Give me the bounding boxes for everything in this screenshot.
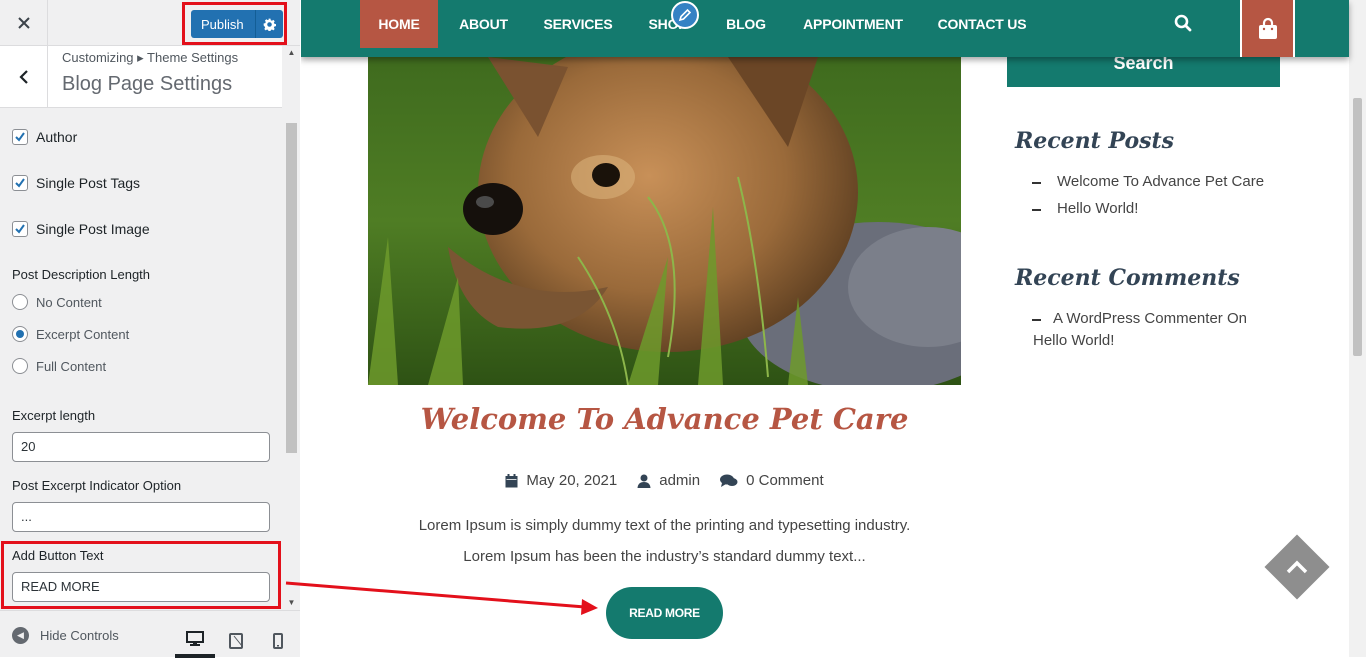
excerpt-indicator-label: Post Excerpt Indicator Option — [12, 478, 182, 493]
recent-comments-title: Recent Comments — [1015, 265, 1240, 291]
single-post-image-checkbox-row[interactable]: Single Post Image — [12, 221, 150, 237]
post-date-text: May 20, 2021 — [526, 472, 618, 489]
mobile-icon — [273, 632, 283, 649]
recent-posts-title: Recent Posts — [1015, 128, 1175, 154]
post-description-length-label: Post Description Length — [12, 267, 151, 282]
post-featured-image[interactable] — [368, 57, 961, 385]
nav-contact-us[interactable]: CONTACT US — [937, 0, 1027, 48]
single-post-image-label: Single Post Image — [36, 221, 150, 237]
preview-scroll-thumb[interactable] — [1353, 98, 1362, 356]
post-title[interactable]: Welcome To Advance Pet Care — [368, 402, 961, 436]
publish-settings-button[interactable] — [255, 10, 283, 38]
excerpt-content-radio-row[interactable]: Excerpt Content — [12, 326, 129, 342]
recent-comment-post-link[interactable]: Hello World! — [1033, 332, 1114, 349]
main-navigation: HOME ABOUT SERVICES SHOP BLOG APPOINTMEN… — [301, 0, 1349, 57]
single-post-tags-label: Single Post Tags — [36, 175, 141, 191]
nav-about[interactable]: ABOUT — [451, 0, 516, 48]
section-header: Customizing ▸ Theme Settings Blog Page S… — [0, 46, 282, 108]
chevron-left-icon — [18, 69, 28, 84]
radio-selected-dot — [16, 330, 24, 338]
no-content-radio[interactable] — [12, 294, 28, 310]
post-meta: May 20, 2021 admin 0 Comment — [368, 472, 961, 489]
preview-mobile-button[interactable] — [258, 623, 298, 658]
single-post-tags-checkbox-row[interactable]: Single Post Tags — [12, 175, 140, 191]
read-more-button[interactable]: READ MORE — [606, 587, 723, 639]
post-author-text: admin — [659, 472, 701, 489]
author-checkbox-row[interactable]: Author — [12, 129, 77, 145]
controls-panel: Author Single Post Tags Single Post Imag… — [0, 108, 282, 610]
excerpt-length-input[interactable]: 20 — [12, 432, 270, 462]
nav-appointment[interactable]: APPOINTMENT — [801, 0, 905, 48]
list-dash — [1032, 319, 1041, 321]
calendar-icon — [505, 473, 518, 487]
customizer-sidebar: Publish Customizing ▸ Theme Settings Blo… — [0, 0, 300, 658]
dog-photo-image — [368, 57, 961, 385]
preview-tablet-button[interactable] — [216, 623, 256, 658]
preview-desktop-button[interactable] — [175, 623, 215, 658]
section-title: Blog Page Settings — [62, 73, 233, 95]
chevron-up-icon — [1286, 560, 1308, 574]
arrow-left-circle-icon: ◀ — [12, 627, 29, 644]
no-content-label: No Content — [36, 294, 102, 310]
post-comments[interactable]: 0 Comment — [720, 472, 824, 489]
checkmark-icon — [15, 178, 25, 188]
desktop-icon — [186, 630, 204, 646]
close-icon — [17, 17, 30, 29]
post-date[interactable]: May 20, 2021 — [505, 472, 617, 489]
site-preview: HOME ABOUT SERVICES SHOP BLOG APPOINTMEN… — [301, 0, 1366, 657]
excerpt-length-label: Excerpt length — [12, 408, 96, 423]
excerpt-content-label: Excerpt Content — [36, 326, 130, 342]
full-content-radio[interactable] — [12, 358, 28, 374]
nav-services[interactable]: SERVICES — [540, 0, 616, 48]
shopping-bag-icon — [1258, 17, 1277, 39]
author-label: Author — [36, 129, 78, 145]
customizer-header: Publish — [0, 0, 300, 46]
checkmark-icon — [15, 224, 25, 234]
tablet-icon — [229, 632, 243, 649]
recent-comment-author[interactable]: A WordPress Commenter On — [1053, 310, 1247, 327]
scroll-down-arrow[interactable]: ▼ — [286, 598, 297, 608]
scroll-to-top-icon-wrap — [1283, 553, 1311, 581]
publish-button[interactable]: Publish — [191, 10, 283, 38]
publish-label: Publish — [201, 16, 244, 32]
gear-icon — [263, 18, 276, 31]
nav-search-button[interactable] — [1174, 14, 1192, 37]
cart-button[interactable] — [1240, 0, 1295, 57]
post-excerpt-line-2: Lorem Ipsum has been the industry’s stan… — [463, 548, 866, 565]
no-content-radio-row[interactable]: No Content — [12, 294, 102, 310]
back-button[interactable] — [0, 46, 48, 107]
comments-icon — [720, 474, 738, 487]
nav-blog[interactable]: BLOG — [721, 0, 771, 48]
excerpt-content-radio[interactable] — [12, 326, 28, 342]
user-icon — [637, 474, 651, 488]
customizer-footer: ◀ Hide Controls — [0, 610, 300, 658]
nav-home[interactable]: HOME — [360, 0, 438, 48]
single-post-tags-checkbox[interactable] — [12, 175, 28, 191]
search-icon — [1174, 14, 1192, 32]
list-dash — [1032, 209, 1041, 211]
breadcrumb: Customizing ▸ Theme Settings — [62, 50, 239, 65]
full-content-radio-row[interactable]: Full Content — [12, 358, 106, 374]
recent-post-link[interactable]: Hello World! — [1057, 200, 1138, 217]
checkmark-icon — [15, 132, 25, 142]
excerpt-indicator-input[interactable]: ... — [12, 502, 270, 532]
full-content-label: Full Content — [36, 358, 107, 374]
author-checkbox[interactable] — [12, 129, 28, 145]
button-text-label: Add Button Text — [12, 548, 104, 563]
close-customizer-button[interactable] — [0, 0, 48, 46]
post-author[interactable]: admin — [637, 472, 700, 489]
recent-post-link[interactable]: Welcome To Advance Pet Care — [1057, 173, 1264, 190]
scroll-thumb[interactable] — [286, 123, 297, 453]
hide-controls-label: Hide Controls — [40, 628, 119, 643]
list-dash — [1032, 182, 1041, 184]
edit-shortcut-button[interactable] — [671, 1, 699, 29]
hide-controls-button[interactable]: ◀ Hide Controls — [12, 627, 119, 644]
scroll-up-arrow[interactable]: ▲ — [286, 48, 297, 58]
post-comments-text: 0 Comment — [746, 472, 824, 489]
post-excerpt-line-1: Lorem Ipsum is simply dummy text of the … — [418, 517, 911, 534]
pencil-icon — [678, 8, 692, 22]
button-text-input[interactable]: READ MORE — [12, 572, 270, 602]
single-post-image-checkbox[interactable] — [12, 221, 28, 237]
